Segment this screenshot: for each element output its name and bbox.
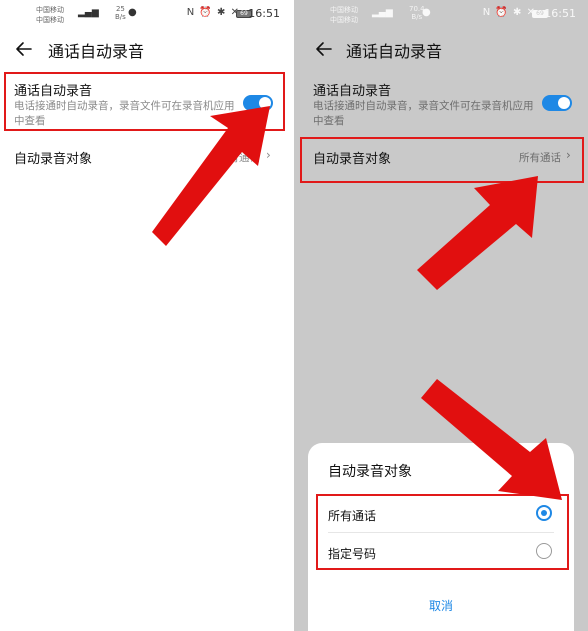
annotation-arrow <box>417 176 562 500</box>
right-screen: 中国移动 中国移动 ▂▄▆ 70.4 B/s ● N ⏰ ✱ ✕ 69 16:5… <box>294 0 588 631</box>
left-screen: 中国移动 中国移动 ▂▄▆ 25 B/s ● N ⏰ ✱ ✕ 69 16:51 … <box>0 0 292 631</box>
annotation-arrow <box>152 106 270 246</box>
